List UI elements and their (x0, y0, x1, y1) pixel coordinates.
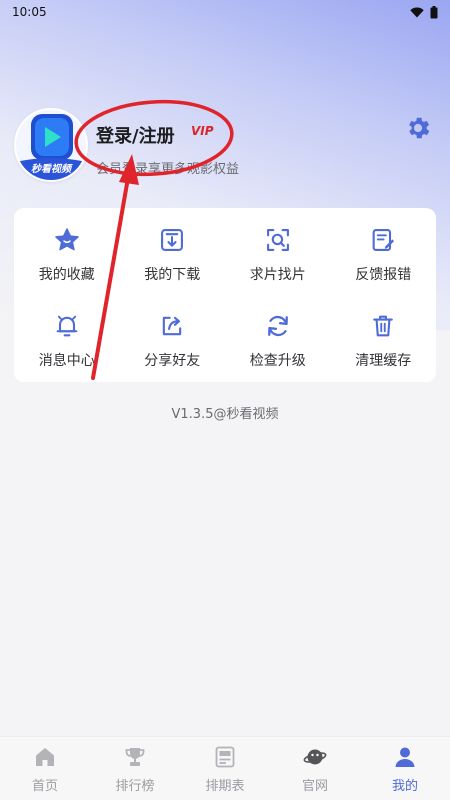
vip-badge: VIP (191, 124, 214, 138)
search-film-icon (266, 229, 289, 251)
settings-gear-icon[interactable] (404, 114, 432, 142)
trash-icon (373, 315, 394, 337)
tab-home[interactable]: 首页 (0, 737, 90, 800)
app-version: V1.3.5@秒看视频 (171, 407, 279, 422)
menu-item-feedback[interactable]: 反馈报错 (331, 208, 437, 294)
tab-official-site[interactable]: 官网 (270, 737, 360, 800)
feature-menu: 我的收藏 我的下载 求片找片 反馈报错 消息中心 分享好友 检查升级 清理缓存 (14, 208, 436, 382)
feedback-icon (372, 229, 395, 251)
status-icons (410, 5, 438, 19)
menu-label: 求片找片 (249, 267, 306, 283)
home-icon (36, 748, 54, 766)
avatar-caption: 秒看视频 (31, 164, 71, 175)
menu-item-request-film[interactable]: 求片找片 (225, 208, 331, 294)
share-icon (163, 316, 182, 336)
tab-schedule[interactable]: 排期表 (180, 737, 270, 800)
refresh-icon (267, 315, 288, 337)
menu-item-favorites[interactable]: 我的收藏 (14, 208, 120, 294)
menu-label: 我的下载 (144, 267, 201, 283)
menu-item-downloads[interactable]: 我的下载 (120, 208, 226, 294)
menu-label: 分享好友 (144, 353, 201, 369)
menu-item-messages[interactable]: 消息中心 (14, 294, 120, 382)
profile-header: 秒看视频 登录/注册 VIP 会员登录享更多观影权益 (14, 108, 436, 188)
menu-label: 消息中心 (38, 353, 95, 369)
wifi-icon (410, 7, 424, 17)
bottom-tab-bar: 首页 排行榜 排期表 官网 我的 (0, 736, 450, 800)
status-bar: 10:05 (0, 0, 450, 24)
tab-label: 排期表 (205, 779, 245, 794)
status-time: 10:05 (12, 5, 47, 19)
login-register-link[interactable]: 登录/注册 (96, 122, 175, 148)
tab-mine[interactable]: 我的 (360, 737, 450, 800)
login-subtitle: 会员登录享更多观影权益 (96, 162, 240, 177)
download-icon (161, 229, 184, 251)
schedule-icon (215, 746, 235, 768)
tab-label: 首页 (31, 779, 58, 794)
menu-item-check-update[interactable]: 检查升级 (225, 294, 331, 382)
star-icon (54, 228, 79, 251)
battery-icon (430, 5, 438, 18)
avatar[interactable]: 秒看视频 (14, 108, 88, 182)
tab-ranking[interactable]: 排行榜 (90, 737, 180, 800)
menu-label: 清理缓存 (355, 353, 412, 369)
trophy-icon (125, 748, 145, 766)
planet-icon (303, 749, 327, 765)
menu-item-clear-cache[interactable]: 清理缓存 (331, 294, 437, 382)
tab-label: 排行榜 (115, 779, 155, 794)
menu-label: 我的收藏 (38, 267, 95, 283)
bell-icon (56, 315, 78, 337)
tab-label: 官网 (301, 779, 328, 794)
menu-label: 反馈报错 (355, 267, 412, 283)
menu-item-share[interactable]: 分享好友 (120, 294, 226, 382)
tab-label: 我的 (391, 779, 418, 794)
menu-label: 检查升级 (249, 353, 306, 369)
person-icon (395, 747, 415, 767)
